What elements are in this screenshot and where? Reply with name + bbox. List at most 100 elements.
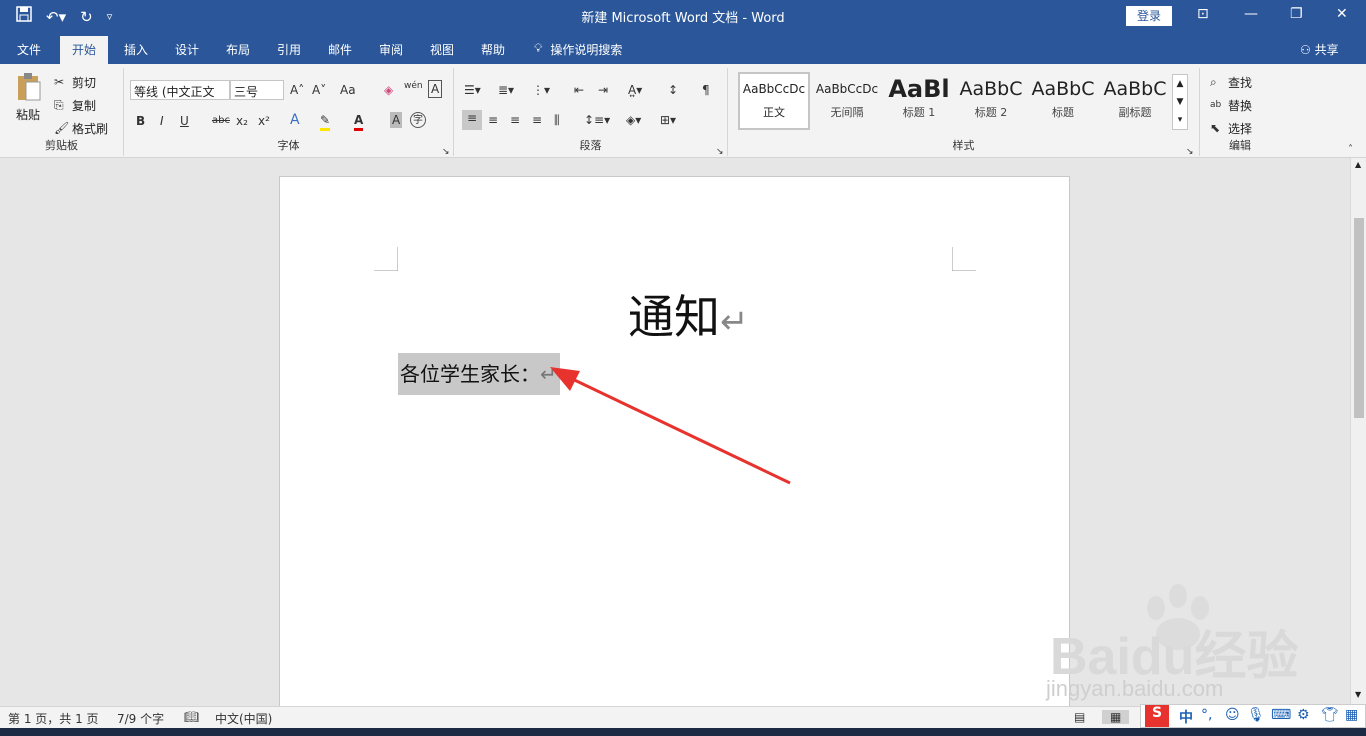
grow-font-icon[interactable]: A˄ <box>290 82 304 98</box>
find-label[interactable]: 查找 <box>1228 74 1252 91</box>
selected-text-line[interactable]: 各位学生家长：↵ <box>398 353 560 395</box>
numbering-icon[interactable]: ≣▾ <box>498 82 514 98</box>
sogou-logo-icon[interactable]: S <box>1145 705 1169 727</box>
tshirt-icon[interactable]: 👕︎ <box>1321 707 1339 723</box>
minimize-icon[interactable]: — <box>1244 6 1258 22</box>
restore-icon[interactable]: ❐ <box>1290 6 1303 22</box>
multilevel-list-icon[interactable]: ⋮▾ <box>532 82 550 98</box>
keyboard-icon[interactable]: ⌨ <box>1271 707 1291 723</box>
copy-label[interactable]: 复制 <box>72 97 96 114</box>
chevron-up-icon[interactable]: ▲ <box>1173 75 1187 93</box>
language-indicator[interactable]: 中文(中国) <box>215 710 272 727</box>
style-subtitle[interactable]: AaBbC 副标题 <box>1100 74 1170 130</box>
subscript-button[interactable]: x₂ <box>236 113 248 129</box>
tab-file[interactable]: 文件 <box>17 41 41 58</box>
copy-icon[interactable]: ⎘ <box>54 97 64 113</box>
proofing-icon[interactable]: 📖︎ <box>184 710 199 724</box>
font-size-combo[interactable]: 三号 <box>230 80 284 100</box>
skin-icon[interactable]: ⚙ <box>1297 707 1310 723</box>
ime-mode[interactable]: 中 <box>1179 707 1193 727</box>
read-mode-icon[interactable]: ▤ <box>1074 710 1085 724</box>
microphone-icon[interactable]: 🎙︎ <box>1247 707 1265 723</box>
print-layout-icon[interactable]: ▦ <box>1102 710 1130 724</box>
enclose-characters-button[interactable]: 字 <box>410 112 426 128</box>
shrink-font-icon[interactable]: A˅ <box>312 82 326 98</box>
align-left-icon[interactable]: ≡ <box>462 110 482 130</box>
select-cursor-icon[interactable]: ⬉ <box>1210 120 1220 136</box>
select-label[interactable]: 选择 <box>1228 120 1252 137</box>
tab-help[interactable]: 帮助 <box>481 41 505 58</box>
distributed-icon[interactable]: ⫼ <box>554 112 560 128</box>
replace-icon[interactable]: ab <box>1210 97 1221 113</box>
format-painter-label[interactable]: 格式刷 <box>72 120 108 137</box>
emoji-icon[interactable]: ☺ <box>1225 707 1240 723</box>
bullets-icon[interactable]: ☰▾ <box>464 82 481 98</box>
find-icon[interactable]: ⌕ <box>1210 74 1217 90</box>
style-normal[interactable]: AaBbCcDc 正文 <box>738 72 810 130</box>
line-spacing-icon[interactable]: ↕≡▾ <box>584 112 610 128</box>
align-right-icon[interactable]: ≡ <box>510 112 520 128</box>
font-color-button[interactable]: A <box>354 112 364 131</box>
scissors-icon[interactable]: ✂ <box>54 74 64 90</box>
show-formatting-marks-icon[interactable]: ¶ <box>702 82 710 98</box>
tab-home[interactable]: 开始 <box>60 36 109 64</box>
style-no-spacing[interactable]: AaBbCcDc 无间隔 <box>812 74 882 130</box>
increase-indent-icon[interactable]: ⇥ <box>598 82 608 98</box>
document-page[interactable]: 通知↵ 各位学生家长：↵ <box>279 176 1070 716</box>
italic-button[interactable]: I <box>160 113 164 129</box>
tab-view[interactable]: 视图 <box>430 41 454 58</box>
ribbon-display-options-icon[interactable]: ⊡ <box>1197 6 1209 22</box>
font-name-combo[interactable]: 等线 (中文正文 <box>130 80 230 100</box>
word-count[interactable]: 7/9 个字 <box>117 710 164 727</box>
clear-formatting-icon[interactable]: ◈ <box>384 82 393 98</box>
justify-icon[interactable]: ≡ <box>532 112 542 128</box>
close-icon[interactable]: ✕ <box>1336 6 1348 22</box>
tab-design[interactable]: 设计 <box>175 41 199 58</box>
shading-icon[interactable]: ◈▾ <box>626 112 641 128</box>
paste-label[interactable]: 粘贴 <box>16 106 40 123</box>
scrollbar-thumb[interactable] <box>1354 218 1364 418</box>
sort-icon[interactable]: ↕ <box>668 82 678 98</box>
styles-scroll[interactable]: ▲ ▼ ▾ <box>1172 74 1188 130</box>
replace-label[interactable]: 替换 <box>1228 97 1252 114</box>
scroll-down-icon[interactable]: ▼ <box>1355 690 1361 699</box>
strikethrough-button[interactable]: abc <box>212 113 230 129</box>
change-case-button[interactable]: Aa <box>340 82 356 98</box>
font-group: 等线 (中文正文 三号 A˄ A˅ Aa ◈ wén A B I U abc x… <box>124 68 454 157</box>
tab-insert[interactable]: 插入 <box>124 41 148 58</box>
bold-button[interactable]: B <box>136 113 145 129</box>
toolbox-icon[interactable]: ▦ <box>1345 707 1358 723</box>
decrease-indent-icon[interactable]: ⇤ <box>574 82 584 98</box>
align-center-icon[interactable]: ≡ <box>488 112 498 128</box>
vertical-scrollbar[interactable]: ▲ ▼ <box>1350 158 1366 706</box>
tab-layout[interactable]: 布局 <box>226 41 250 58</box>
format-painter-icon[interactable]: 🖌︎ <box>54 120 69 136</box>
character-shading-button[interactable]: A <box>390 112 403 128</box>
document-title[interactable]: 通知↵ <box>628 281 749 347</box>
style-title[interactable]: AaBbC 标题 <box>1028 74 1098 130</box>
style-heading-2[interactable]: AaBbC 标题 2 <box>956 74 1026 130</box>
scroll-up-icon[interactable]: ▲ <box>1355 160 1361 169</box>
more-styles-icon[interactable]: ▾ <box>1173 111 1187 129</box>
tell-me-search[interactable]: 💡︎ 操作说明搜索 <box>534 41 622 58</box>
underline-button[interactable]: U <box>180 113 189 129</box>
superscript-button[interactable]: x² <box>258 113 270 129</box>
style-heading-1[interactable]: AaBl 标题 1 <box>884 74 954 130</box>
character-border-icon[interactable]: A <box>428 80 443 98</box>
highlight-color-icon[interactable]: ✎ <box>320 112 331 131</box>
cut-label[interactable]: 剪切 <box>72 74 96 91</box>
tab-review[interactable]: 审阅 <box>379 41 403 58</box>
punctuation-icon[interactable]: °, <box>1201 707 1212 723</box>
login-button[interactable]: 登录 <box>1126 6 1172 26</box>
borders-icon[interactable]: ⊞▾ <box>660 112 676 128</box>
tab-references[interactable]: 引用 <box>277 41 301 58</box>
page-count[interactable]: 第 1 页，共 1 页 <box>8 710 99 727</box>
text-effects-button[interactable]: A <box>290 112 300 128</box>
collapse-ribbon-icon[interactable]: ˄ <box>1348 142 1353 158</box>
phonetic-guide-button[interactable]: wén <box>404 78 423 94</box>
share-button[interactable]: ⚇ 共享 <box>1300 41 1339 58</box>
paste-icon[interactable] <box>16 72 42 106</box>
chinese-layout-icon[interactable]: A͍▾ <box>628 82 642 98</box>
chevron-down-icon[interactable]: ▼ <box>1173 93 1187 111</box>
tab-mailings[interactable]: 邮件 <box>328 41 352 58</box>
